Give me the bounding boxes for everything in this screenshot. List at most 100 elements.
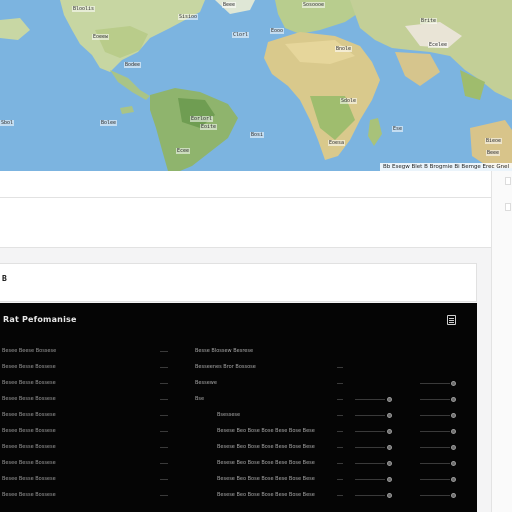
row-track bbox=[420, 447, 450, 448]
row-track bbox=[355, 447, 385, 448]
table-row[interactable]: Besee Besse Bossese Besese Beo Bose Bose … bbox=[0, 427, 477, 441]
row-divider bbox=[160, 495, 168, 496]
map-label: Eorlorl bbox=[190, 116, 214, 122]
map-label: Beee bbox=[222, 2, 237, 8]
row-divider bbox=[160, 447, 168, 448]
row-code: Besee Besse Bossese bbox=[2, 444, 56, 450]
row-code: Besee Besse Bossese bbox=[2, 396, 56, 402]
table-row[interactable]: Besee Besse Bossese Besese Beo Bose Bose … bbox=[0, 491, 477, 505]
map-label: Eoite bbox=[200, 124, 218, 130]
map-label: Sisioo bbox=[178, 14, 199, 20]
map-label: Ecee bbox=[176, 148, 191, 154]
row-track bbox=[420, 479, 450, 480]
row-action-icon[interactable] bbox=[451, 445, 456, 450]
row-divider bbox=[160, 351, 168, 352]
table-row[interactable]: Besee Besse Bossese Bsessese bbox=[0, 411, 477, 425]
map-label: Clorl bbox=[232, 32, 250, 38]
row-track bbox=[420, 431, 450, 432]
row-marker bbox=[337, 367, 343, 368]
row-track bbox=[420, 399, 450, 400]
row-marker bbox=[337, 415, 343, 416]
map-label: Eooo bbox=[270, 28, 285, 34]
map-label: Bosi bbox=[250, 132, 265, 138]
row-toggle-icon[interactable] bbox=[387, 477, 392, 482]
map-label: Brite bbox=[420, 18, 438, 24]
row-description: Bessewe bbox=[195, 380, 217, 386]
row-marker bbox=[337, 447, 343, 448]
row-divider bbox=[160, 383, 168, 384]
performance-panel: Rat Pefomanise Besee Beese Bossese Besse … bbox=[0, 303, 477, 512]
table-row[interactable]: Besee Besse Bossese Besseenes Bror Bossos… bbox=[0, 363, 477, 377]
toolbar-band bbox=[0, 171, 491, 198]
row-toggle-icon[interactable] bbox=[387, 445, 392, 450]
row-code: Besee Besse Bossese bbox=[2, 428, 56, 434]
map-label: Ese bbox=[392, 126, 404, 132]
row-action-icon[interactable] bbox=[451, 493, 456, 498]
row-marker bbox=[337, 431, 343, 432]
row-marker bbox=[337, 495, 343, 496]
table-row[interactable]: Besee Besse Bossese Bessewe bbox=[0, 379, 477, 393]
row-divider bbox=[160, 479, 168, 480]
map-label: Eoesa bbox=[328, 140, 346, 146]
row-toggle-icon[interactable] bbox=[387, 461, 392, 466]
map-label: Bieoe bbox=[485, 138, 503, 144]
info-card: B bbox=[0, 263, 477, 302]
map-label: Bnole bbox=[335, 46, 353, 52]
map-label: Bodee bbox=[124, 62, 142, 68]
row-track bbox=[420, 463, 450, 464]
map-canvas bbox=[0, 0, 512, 171]
row-marker bbox=[337, 463, 343, 464]
row-divider bbox=[160, 463, 168, 464]
row-toggle-icon[interactable] bbox=[387, 413, 392, 418]
row-action-icon[interactable] bbox=[451, 397, 456, 402]
row-marker bbox=[337, 383, 343, 384]
row-marker bbox=[337, 479, 343, 480]
table-row[interactable]: Besee Besse Bossese Besese Beo Bose Bose … bbox=[0, 459, 477, 473]
row-action-icon[interactable] bbox=[451, 461, 456, 466]
row-code: Besee Besse Bossese bbox=[2, 460, 56, 466]
row-code: Besee Besse Bossese bbox=[2, 412, 56, 418]
row-action-icon[interactable] bbox=[451, 381, 456, 386]
row-track bbox=[355, 415, 385, 416]
row-description: Bsessese bbox=[217, 412, 241, 418]
app-page: Eoeew Sisioo Clorl Beee Bloolis Bodee Eo… bbox=[0, 0, 512, 512]
row-track bbox=[355, 495, 385, 496]
world-map[interactable]: Eoeew Sisioo Clorl Beee Bloolis Bodee Eo… bbox=[0, 0, 512, 171]
row-code: Besee Beese Bossese bbox=[2, 348, 57, 354]
row-toggle-icon[interactable] bbox=[387, 493, 392, 498]
row-divider bbox=[160, 367, 168, 368]
row-track bbox=[355, 431, 385, 432]
scroll-handle[interactable] bbox=[505, 203, 511, 211]
map-attribution[interactable]: Bb Esegw Blet B Brogmie Bi Bemge Erec Gn… bbox=[380, 163, 512, 171]
map-label: Sdole bbox=[340, 98, 358, 104]
map-label: Eoeew bbox=[92, 34, 110, 40]
right-scroll-column[interactable] bbox=[491, 171, 512, 512]
row-description: Bse bbox=[195, 396, 205, 402]
card-label: B bbox=[2, 274, 7, 283]
row-description: Besseenes Bror Bossose bbox=[195, 364, 256, 370]
row-toggle-icon[interactable] bbox=[387, 429, 392, 434]
row-action-icon[interactable] bbox=[451, 413, 456, 418]
table-row[interactable]: Besee Besse Bossese Bse bbox=[0, 395, 477, 409]
row-description: Besese Beo Bose Bose Bese Bose Bese bbox=[217, 444, 315, 450]
row-track bbox=[420, 495, 450, 496]
row-track bbox=[355, 463, 385, 464]
row-code: Besee Besse Bossese bbox=[2, 364, 56, 370]
table-row[interactable]: Besee Besse Bossese Besese Beo Bose Bose … bbox=[0, 443, 477, 457]
row-action-icon[interactable] bbox=[451, 477, 456, 482]
row-description: Besse Blossew Besrese bbox=[195, 348, 254, 354]
row-code: Besee Besse Bossese bbox=[2, 492, 56, 498]
map-label: Sbol bbox=[0, 120, 15, 126]
map-label: Ecelee bbox=[428, 42, 449, 48]
row-description: Besese Beo Bose Bose Bese Bose Bese bbox=[217, 492, 315, 498]
document-icon[interactable] bbox=[447, 315, 456, 325]
row-track bbox=[355, 479, 385, 480]
row-action-icon[interactable] bbox=[451, 429, 456, 434]
table-row[interactable]: Besee Beese Bossese Besse Blossew Besrese bbox=[0, 347, 477, 361]
scroll-handle[interactable] bbox=[505, 177, 511, 185]
table-row[interactable]: Besee Besse Bossese Besese Beo Bose Bose … bbox=[0, 475, 477, 489]
map-label: Sosoooe bbox=[302, 2, 326, 8]
row-toggle-icon[interactable] bbox=[387, 397, 392, 402]
row-divider bbox=[160, 399, 168, 400]
row-description: Besese Beo Bose Bose Bese Bose Bese bbox=[217, 428, 315, 434]
